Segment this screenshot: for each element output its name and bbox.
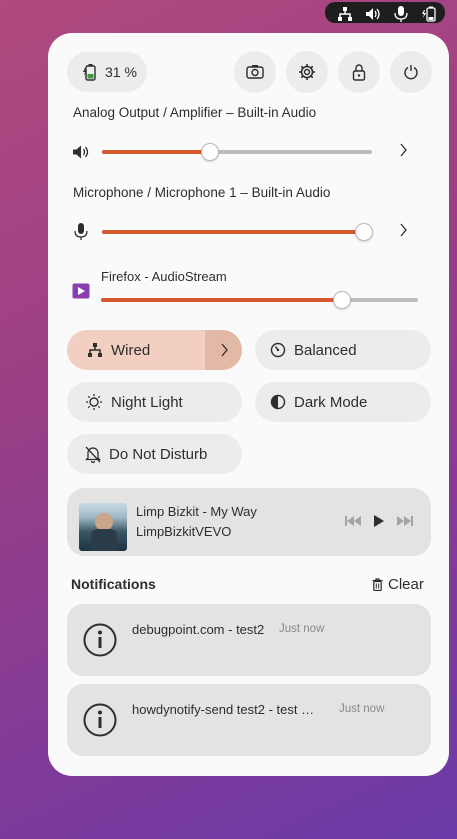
media-player: Limp Bizkit - My Way LimpBizkitVEVO: [67, 488, 431, 556]
input-device-label: Microphone / Microphone 1 – Built-in Aud…: [73, 185, 331, 200]
play-button[interactable]: [373, 514, 385, 528]
play-icon: [374, 515, 384, 527]
slider-fill: [101, 298, 342, 302]
bell-off-icon: [85, 446, 101, 463]
media-title: Limp Bizkit - My Way: [136, 504, 257, 519]
wired-label: Wired: [111, 341, 151, 359]
balanced-label: Balanced: [294, 341, 357, 359]
output-volume-slider[interactable]: [102, 142, 372, 162]
power-mode-toggle[interactable]: Balanced: [255, 330, 431, 370]
night-light-icon: [85, 393, 103, 411]
input-device-chevron-icon[interactable]: [398, 222, 408, 243]
lock-button[interactable]: [338, 51, 380, 93]
wired-menu-button[interactable]: [205, 330, 242, 370]
trash-icon: [372, 578, 383, 591]
firefox-stream-icon: [72, 283, 90, 304]
dark-mode-icon: [270, 394, 286, 410]
network-wired-icon: [335, 4, 355, 24]
notification-item[interactable]: debugpoint.com - test2 Just now: [67, 604, 431, 676]
notification-item[interactable]: howdynotify-send test2 - test … Just now: [67, 684, 431, 756]
slider-fill: [102, 150, 210, 154]
night-light-toggle[interactable]: Night Light: [67, 382, 242, 422]
microphone-icon: [74, 223, 88, 246]
battery-percent: 31 %: [105, 64, 137, 80]
info-icon: [83, 623, 117, 657]
dark-mode-toggle[interactable]: Dark Mode: [255, 382, 431, 422]
slider-knob[interactable]: [201, 143, 219, 161]
notifications-header: Notifications: [71, 576, 156, 592]
clear-notifications-button[interactable]: Clear: [372, 576, 424, 593]
notification-time: Just now: [279, 623, 325, 635]
slider-knob[interactable]: [355, 223, 373, 241]
notification-text: debugpoint.com - test2: [132, 622, 265, 637]
power-icon: [404, 65, 418, 80]
power-button[interactable]: [390, 51, 432, 93]
app-volume-slider[interactable]: [101, 290, 418, 310]
status-indicators[interactable]: [325, 2, 445, 23]
microphone-icon: [391, 4, 411, 24]
media-artist: LimpBizkitVEVO: [136, 524, 232, 539]
skip-forward-icon: [397, 516, 413, 526]
app-stream-label: Firefox - AudioStream: [101, 269, 227, 284]
do-not-disturb-toggle[interactable]: Do Not Disturb: [67, 434, 242, 474]
output-device-chevron-icon[interactable]: [398, 142, 408, 163]
quick-settings-panel: 31 % Analog Output / Amplifier – Built-i…: [48, 33, 449, 776]
slider-knob[interactable]: [333, 291, 351, 309]
clear-label: Clear: [388, 576, 424, 593]
speaker-icon: [72, 144, 90, 165]
chevron-right-icon: [221, 343, 228, 357]
notification-time: Just now: [339, 703, 385, 715]
album-art: [79, 503, 127, 551]
battery-charging-icon: [419, 4, 439, 24]
network-wired-icon: [87, 343, 103, 357]
skip-back-icon: [345, 516, 361, 526]
gear-icon: [299, 64, 315, 80]
notification-text: howdynotify-send test2 - test …: [132, 702, 315, 717]
slider-fill: [102, 230, 364, 234]
battery-icon: [83, 63, 97, 81]
output-device-label: Analog Output / Amplifier – Built-in Aud…: [73, 105, 317, 120]
camera-icon: [246, 65, 264, 79]
previous-track-button[interactable]: [345, 515, 361, 527]
wired-toggle[interactable]: Wired: [67, 330, 242, 370]
do-not-disturb-label: Do Not Disturb: [109, 445, 208, 463]
next-track-button[interactable]: [397, 515, 413, 527]
settings-button[interactable]: [286, 51, 328, 93]
dark-mode-label: Dark Mode: [294, 393, 368, 411]
input-volume-slider[interactable]: [102, 222, 373, 242]
night-light-label: Night Light: [111, 393, 183, 411]
volume-icon: [363, 4, 383, 24]
info-icon: [83, 703, 117, 737]
battery-chip[interactable]: 31 %: [67, 52, 147, 92]
lock-icon: [352, 64, 366, 81]
screenshot-button[interactable]: [234, 51, 276, 93]
power-profile-icon: [270, 342, 286, 358]
